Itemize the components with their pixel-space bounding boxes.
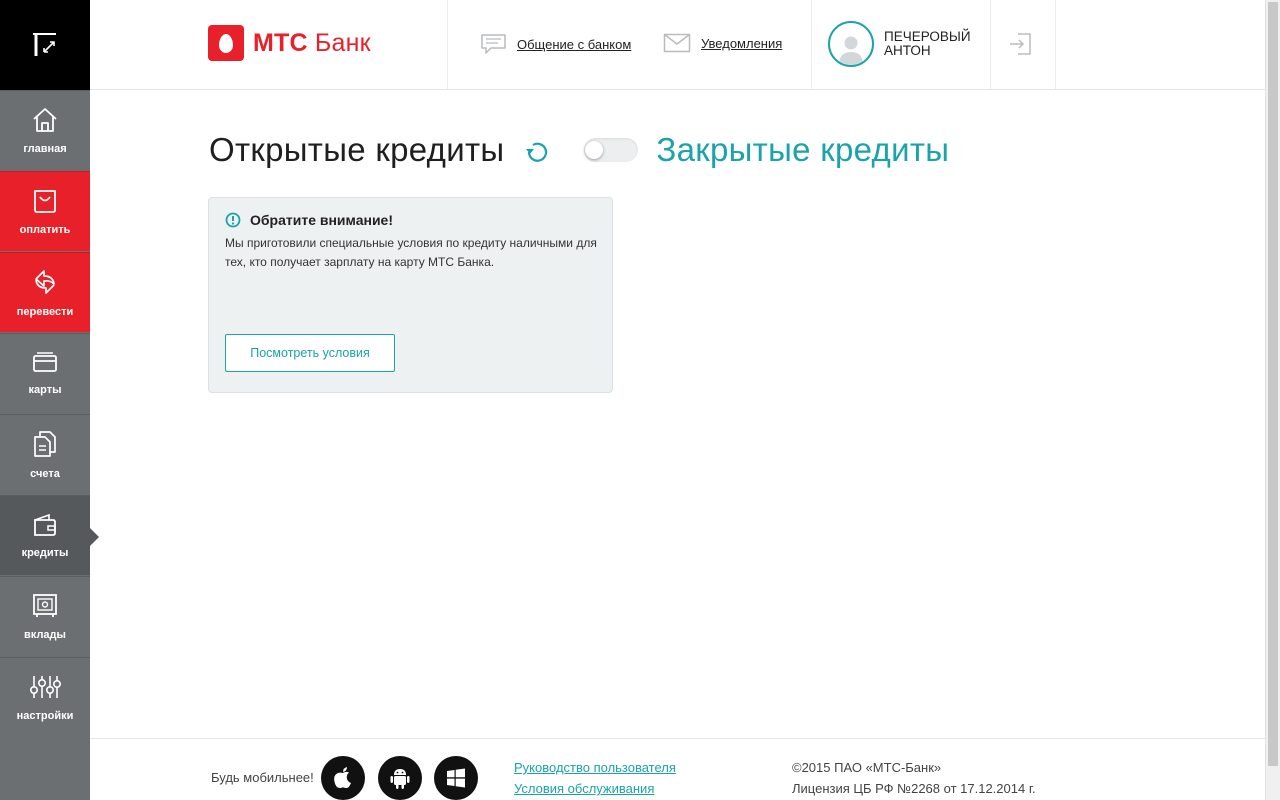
sidebar: главная оплатить перевести карты счета к… — [0, 0, 99, 800]
header-divider — [447, 0, 448, 90]
sidebar-item-transfer[interactable]: перевести — [0, 252, 90, 332]
user-surname: ПЕЧЕРОВЫЙ — [884, 29, 971, 44]
card-icon — [33, 351, 57, 372]
notice-title: Обратите внимание! — [250, 212, 394, 228]
wallet-icon — [34, 513, 56, 536]
notifications-link[interactable]: Уведомления — [663, 33, 782, 53]
mts-bank-logo[interactable]: МТС Банк — [208, 25, 371, 61]
sliders-icon — [29, 675, 61, 698]
terms-of-service-link[interactable]: Условия обслуживания — [514, 781, 654, 796]
sidebar-item-pay[interactable]: оплатить — [0, 171, 90, 251]
active-item-pointer — [90, 528, 99, 546]
sidebar-item-cards[interactable]: карты — [0, 333, 90, 413]
page-scrollbar[interactable] — [1265, 0, 1280, 800]
header-divider — [990, 0, 991, 90]
collapse-menu-icon — [33, 33, 56, 56]
sidebar-item-label: карты — [28, 383, 62, 396]
avatar — [828, 21, 874, 67]
android-icon — [390, 769, 410, 789]
sidebar-item-accounts[interactable]: счета — [0, 414, 90, 494]
credits-title-row: Открытые кредиты Закрытые кредиты — [209, 128, 949, 172]
sidebar-item-label: счета — [30, 467, 60, 480]
notifications-label: Уведомления — [701, 35, 783, 51]
closed-credits-link[interactable]: Закрытые кредиты — [656, 131, 949, 169]
windows-icon — [447, 768, 465, 788]
refresh-icon[interactable] — [524, 139, 550, 165]
app-store-button[interactable] — [321, 756, 365, 800]
windows-store-button[interactable] — [434, 756, 478, 800]
sidebar-item-settings[interactable]: настройки — [0, 657, 90, 737]
license-text: Лицензия ЦБ РФ №2268 от 17.12.2014 г. — [792, 781, 1036, 796]
mobile-apps-label: Будь мобильнее! — [211, 770, 314, 785]
home-icon — [33, 107, 57, 132]
sidebar-item-credits[interactable]: кредиты — [0, 495, 90, 575]
apple-icon — [334, 767, 351, 788]
sidebar-item-deposits[interactable]: вклады — [0, 576, 90, 656]
footer: Будь мобильнее! Руководство пользователя… — [90, 738, 1265, 800]
chat-with-bank-link[interactable]: Общение с банком — [480, 33, 631, 55]
header: МТС Банк Общение с банком Уведомления ПЕ… — [90, 0, 1265, 90]
user-guide-link[interactable]: Руководство пользователя — [514, 760, 676, 775]
header-divider — [1055, 0, 1056, 90]
google-play-button[interactable] — [378, 756, 422, 800]
info-alert-icon — [225, 212, 241, 228]
logout-icon — [1010, 33, 1031, 55]
brand-mts: МТС — [253, 28, 308, 57]
logout-button[interactable] — [1008, 32, 1032, 61]
toggle-knob — [585, 141, 604, 159]
safe-icon — [33, 593, 57, 617]
shopping-bag-icon — [34, 189, 56, 213]
user-profile[interactable]: ПЕЧЕРОВЫЙ АНТОН — [828, 21, 971, 67]
chat-icon — [481, 34, 506, 54]
header-divider — [811, 0, 812, 90]
sidebar-item-label: настройки — [16, 709, 74, 722]
sidebar-item-home[interactable]: главная — [0, 90, 90, 170]
transfer-arrows-icon — [35, 269, 55, 294]
sidebar-item-label: оплатить — [19, 223, 71, 236]
page-title-open-credits: Открытые кредиты — [209, 131, 505, 168]
documents-icon — [34, 430, 56, 457]
brand-bank: Банк — [314, 28, 371, 57]
view-conditions-button[interactable]: Посмотреть условия — [225, 334, 395, 372]
sidebar-item-label: главная — [23, 142, 67, 155]
menu-toggle-button[interactable] — [0, 0, 90, 90]
mail-icon — [663, 33, 691, 53]
sidebar-item-label: перевести — [16, 305, 74, 318]
copyright-text: ©2015 ПАО «МТС-Банк» — [792, 760, 942, 775]
sidebar-item-label: кредиты — [21, 546, 69, 559]
chat-with-bank-label: Общение с банком — [517, 36, 632, 52]
credits-toggle-switch[interactable] — [584, 138, 639, 162]
mts-egg-icon — [208, 25, 244, 61]
user-silhouette-icon — [839, 36, 863, 65]
user-firstname: АНТОН — [884, 43, 931, 58]
notice-text: Мы приготовили специальные условия по кр… — [225, 236, 597, 269]
scrollbar-thumb[interactable] — [1268, 2, 1278, 766]
sidebar-item-label: вклады — [24, 628, 66, 641]
notice-card: Обратите внимание! Мы приготовили специа… — [208, 197, 613, 393]
